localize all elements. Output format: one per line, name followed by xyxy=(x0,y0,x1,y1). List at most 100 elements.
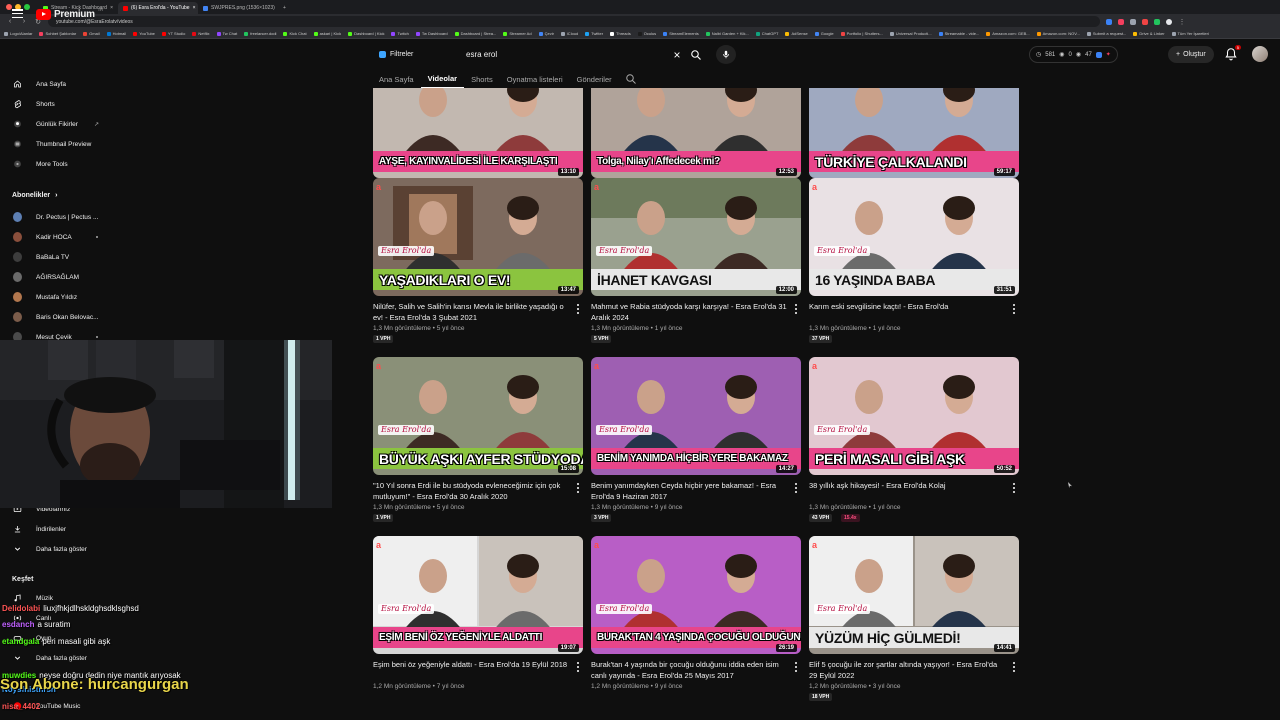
extension-icon[interactable] xyxy=(1154,18,1160,25)
bookmark-item[interactable]: Oculus xyxy=(637,31,656,36)
create-button[interactable]: + Oluştur xyxy=(1168,46,1214,63)
more-actions-icon[interactable] xyxy=(575,304,581,314)
url-field[interactable]: youtube.com/@EsraErolatv/videos xyxy=(48,16,1100,27)
more-actions-icon[interactable] xyxy=(575,662,581,672)
close-tab-icon[interactable]: × xyxy=(110,5,113,11)
video-title[interactable]: Elif 5 çocuğu ile zor şartlar altında ya… xyxy=(809,660,1005,681)
bell-icon[interactable]: ✦ xyxy=(1106,51,1111,58)
video-thumbnail[interactable]: Esra Erol'da a BÜYÜK AŞKI AYFER STÜDYODA! 1… xyxy=(373,357,583,475)
sidebar-subscription[interactable]: Mustafa Yıldız xyxy=(0,288,120,306)
sidebar-item[interactable]: Thumbnail Preview xyxy=(0,135,120,153)
bookmark-item[interactable]: Threads xyxy=(610,31,631,36)
video-title[interactable]: Eşim beni öz yeğeniyle aldattı - Esra Er… xyxy=(373,660,569,671)
channel-tab[interactable]: Videolar xyxy=(420,70,465,88)
video-card[interactable]: Esra Erol'da a 16 YAŞINDA BABA 31:51 Karım e… xyxy=(809,178,1019,344)
video-thumbnail[interactable]: Tolga, Nilay'ı Affedecek mi? 12:53 xyxy=(591,88,801,178)
extension-icon[interactable] xyxy=(1130,18,1136,25)
sidebar-subscription[interactable]: Dr. Pectus | Pectus ... xyxy=(0,208,120,226)
video-thumbnail[interactable]: Esra Erol'da a PERİ MASALI GİBİ AŞK 50:52 xyxy=(809,357,1019,475)
sidebar-item[interactable]: Ana Sayfa xyxy=(0,75,120,93)
menu-icon[interactable]: ⋮ xyxy=(1178,18,1186,26)
bookmark-item[interactable]: YouTube xyxy=(133,31,155,36)
video-card[interactable]: Esra Erol'da a PERİ MASALI GİBİ AŞK 50:52 38… xyxy=(809,357,1019,523)
bookmark-item[interactable]: Gmail xyxy=(83,31,100,36)
channel-search-icon[interactable] xyxy=(625,73,637,85)
channel-tab[interactable]: Ana Sayfa xyxy=(372,70,421,88)
bookmark-item[interactable]: ChatGPT xyxy=(755,31,778,36)
search-button[interactable] xyxy=(686,45,706,64)
extension-icon[interactable] xyxy=(1095,51,1102,58)
bookmark-item[interactable]: Dashboard | Kick xyxy=(348,31,384,36)
video-title[interactable]: Mahmut ve Rabia stüdyoda karşı karşıya! … xyxy=(591,302,787,323)
youtube-logo[interactable]: Premium TR xyxy=(36,7,103,20)
bookmark-item[interactable]: iCloud xyxy=(560,31,578,36)
bookmark-item[interactable]: Portfolio | Shutters... xyxy=(840,31,883,36)
more-actions-icon[interactable] xyxy=(1011,662,1017,672)
bookmark-item[interactable]: YT Studio xyxy=(161,31,185,36)
sidebar-item[interactable]: İndirilenler xyxy=(0,520,120,538)
browser-tab-active[interactable]: (6) Esra Erol'da - YouTube × xyxy=(118,2,198,14)
menu-icon[interactable] xyxy=(12,9,23,18)
video-thumbnail[interactable]: Esra Erol'da a EŞİM BENİ ÖZ YEĞENİYLE ALDA… xyxy=(373,536,583,654)
video-card[interactable]: Esra Erol'da a İHANET KAVGASI 12:00 Mahmut v… xyxy=(591,178,801,344)
more-actions-icon[interactable] xyxy=(1011,304,1017,314)
more-actions-icon[interactable] xyxy=(793,662,799,672)
bookmark-item[interactable]: Universal Producti... xyxy=(889,31,932,36)
video-title[interactable]: "10 Yıl sonra Erdi ile bu stüdyoda evlen… xyxy=(373,481,569,502)
bookmark-item[interactable]: Tw Chat xyxy=(216,31,237,36)
video-thumbnail[interactable]: Esra Erol'da a BURAK'TAN 4 YAŞINDA ÇOCUĞU … xyxy=(591,536,801,654)
video-thumbnail[interactable]: TÜRKİYE ÇALKALANDI 59:17 xyxy=(809,88,1019,178)
subscriptions-header[interactable]: Abonelikler › xyxy=(12,192,57,199)
bookmark-item[interactable]: Twitch xyxy=(391,31,409,36)
video-title[interactable]: Karım eski sevgilisine kaçtı! - Esra Ero… xyxy=(809,302,1005,313)
video-card[interactable]: Esra Erol'da a YÜZÜM HİÇ GÜLMEDİ! 14:41 Elif… xyxy=(809,536,1019,702)
forward-icon[interactable]: › xyxy=(20,18,28,25)
bookmark-item[interactable]: Netflix xyxy=(192,31,210,36)
profile-icon[interactable] xyxy=(1166,18,1172,25)
channel-tab[interactable]: Shorts xyxy=(464,70,500,88)
bookmark-item[interactable]: Twitter xyxy=(585,31,603,36)
extension-icon[interactable] xyxy=(1142,18,1148,25)
filters-button[interactable]: Filtreler xyxy=(372,46,420,63)
video-thumbnail[interactable]: Esra Erol'da a İHANET KAVGASI 12:00 xyxy=(591,178,801,296)
bookmark-item[interactable]: askari | Kick xyxy=(313,31,341,36)
bookmark-item[interactable]: Drive & Linker xyxy=(1133,31,1165,36)
video-thumbnail[interactable]: Esra Erol'da a YÜZÜM HİÇ GÜLMEDİ! 14:41 xyxy=(809,536,1019,654)
sidebar-subscription[interactable]: AĞIRSAĞLAM xyxy=(0,268,120,286)
voice-search-button[interactable] xyxy=(716,45,736,64)
bookmark-item[interactable]: Streamer Ad xyxy=(503,31,532,36)
bookmark-item[interactable]: Streamable - vide... xyxy=(938,31,979,36)
video-title[interactable]: Nilüfer, Salih ve Salih'in karısı Mevla … xyxy=(373,302,569,323)
more-actions-icon[interactable] xyxy=(793,304,799,314)
sidebar-subscription[interactable]: Kadir HOCA xyxy=(0,228,120,246)
account-avatar[interactable] xyxy=(1252,46,1268,62)
maximize-window-icon[interactable] xyxy=(24,4,30,10)
video-card[interactable]: Esra Erol'da a BURAK'TAN 4 YAŞINDA ÇOCUĞU … xyxy=(591,536,801,702)
video-thumbnail[interactable]: Esra Erol'da a 16 YAŞINDA BABA 31:51 xyxy=(809,178,1019,296)
more-actions-icon[interactable] xyxy=(1011,483,1017,493)
video-thumbnail[interactable]: AYŞE, KAYINVALİDESİ İLE KARŞILAŞTI 13:10 xyxy=(373,88,583,178)
close-tab-icon[interactable]: × xyxy=(193,5,196,11)
channel-tab[interactable]: Gönderiler xyxy=(570,70,619,88)
sidebar-item[interactable]: More Tools xyxy=(0,155,120,173)
back-icon[interactable]: ‹ xyxy=(6,18,14,25)
search-input[interactable] xyxy=(458,50,668,59)
video-title[interactable]: Burak'tan 4 yaşında bir çocuğu olduğunu … xyxy=(591,660,787,681)
more-actions-icon[interactable] xyxy=(793,483,799,493)
bookmark-item[interactable]: Amazon.com: GEB... xyxy=(986,31,1030,36)
video-card[interactable]: Esra Erol'da a EŞİM BENİ ÖZ YEĞENİYLE ALDA… xyxy=(373,536,583,702)
video-title[interactable]: 38 yıllık aşk hikayesi! - Esra Erol'da K… xyxy=(809,481,1005,492)
video-card[interactable]: Esra Erol'da a BÜYÜK AŞKI AYFER STÜDYODA! 1… xyxy=(373,357,583,523)
video-title[interactable]: Benim yanımdayken Ceyda hiçbir yere baka… xyxy=(591,481,787,502)
new-tab-button[interactable]: + xyxy=(278,2,292,14)
extension-icon[interactable] xyxy=(1118,18,1124,25)
bookmark-item[interactable]: Amazon.com: NOV... xyxy=(1036,31,1080,36)
bookmark-item[interactable]: StreamElements xyxy=(663,31,699,36)
bookmark-item[interactable]: Google xyxy=(814,31,834,36)
video-thumbnail[interactable]: Esra Erol'da a BENİM YANIMDA HİÇBİR YERE B… xyxy=(591,357,801,475)
clear-search-icon[interactable]: × xyxy=(668,48,686,62)
bookmark-item[interactable]: Nalbi Garden + Kik... xyxy=(705,31,749,36)
channel-tab[interactable]: Oynatma listeleri xyxy=(500,70,570,88)
video-card[interactable]: Esra Erol'da a BENİM YANIMDA HİÇBİR YERE B… xyxy=(591,357,801,523)
bookmark-item[interactable]: AdSense xyxy=(785,31,808,36)
